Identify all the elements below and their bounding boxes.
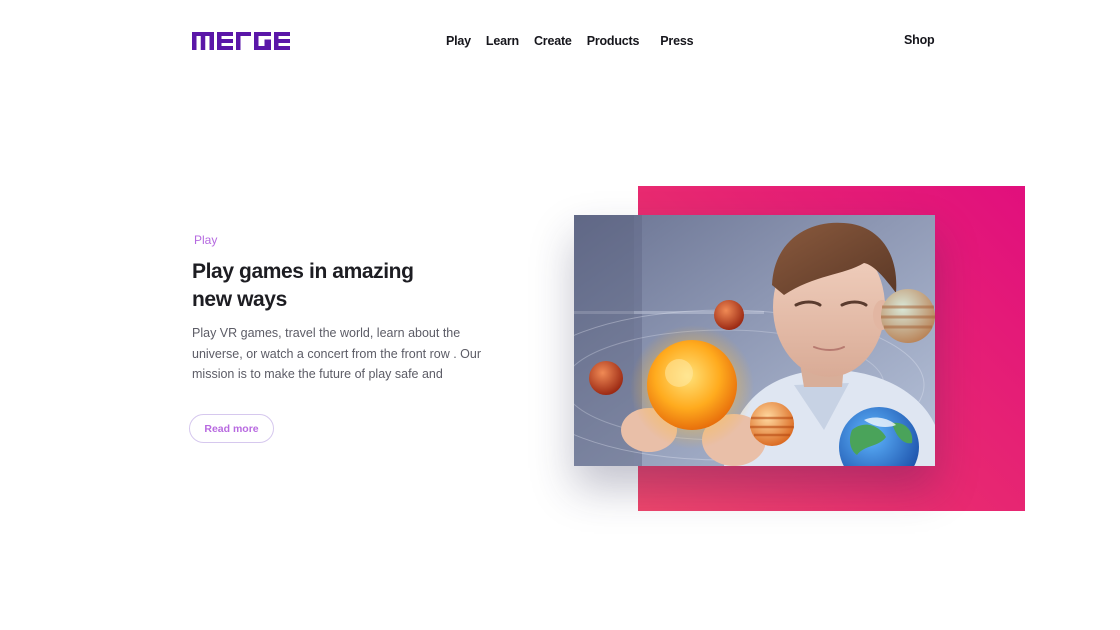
nav-products[interactable]: Products: [587, 34, 640, 48]
main-nav: Play Learn Create Products Press: [446, 34, 708, 48]
hero-description: Play VR games, travel the world, learn a…: [192, 326, 482, 381]
page: Play Learn Create Products Press Shop Pl…: [0, 0, 1120, 630]
hero-photo: [574, 215, 935, 466]
nav-shop[interactable]: Shop: [904, 33, 935, 47]
nav-learn[interactable]: Learn: [486, 34, 519, 48]
read-more-button[interactable]: Read more: [189, 414, 274, 443]
nav-create[interactable]: Create: [534, 34, 572, 48]
section-eyebrow: Play: [194, 233, 218, 247]
nav-press[interactable]: Press: [660, 34, 693, 48]
nav-play[interactable]: Play: [446, 34, 471, 48]
hero-headline: Play games in amazing new ways: [192, 260, 414, 311]
boy-with-planets-illustration: [574, 215, 935, 466]
merge-logo[interactable]: [192, 32, 292, 50]
